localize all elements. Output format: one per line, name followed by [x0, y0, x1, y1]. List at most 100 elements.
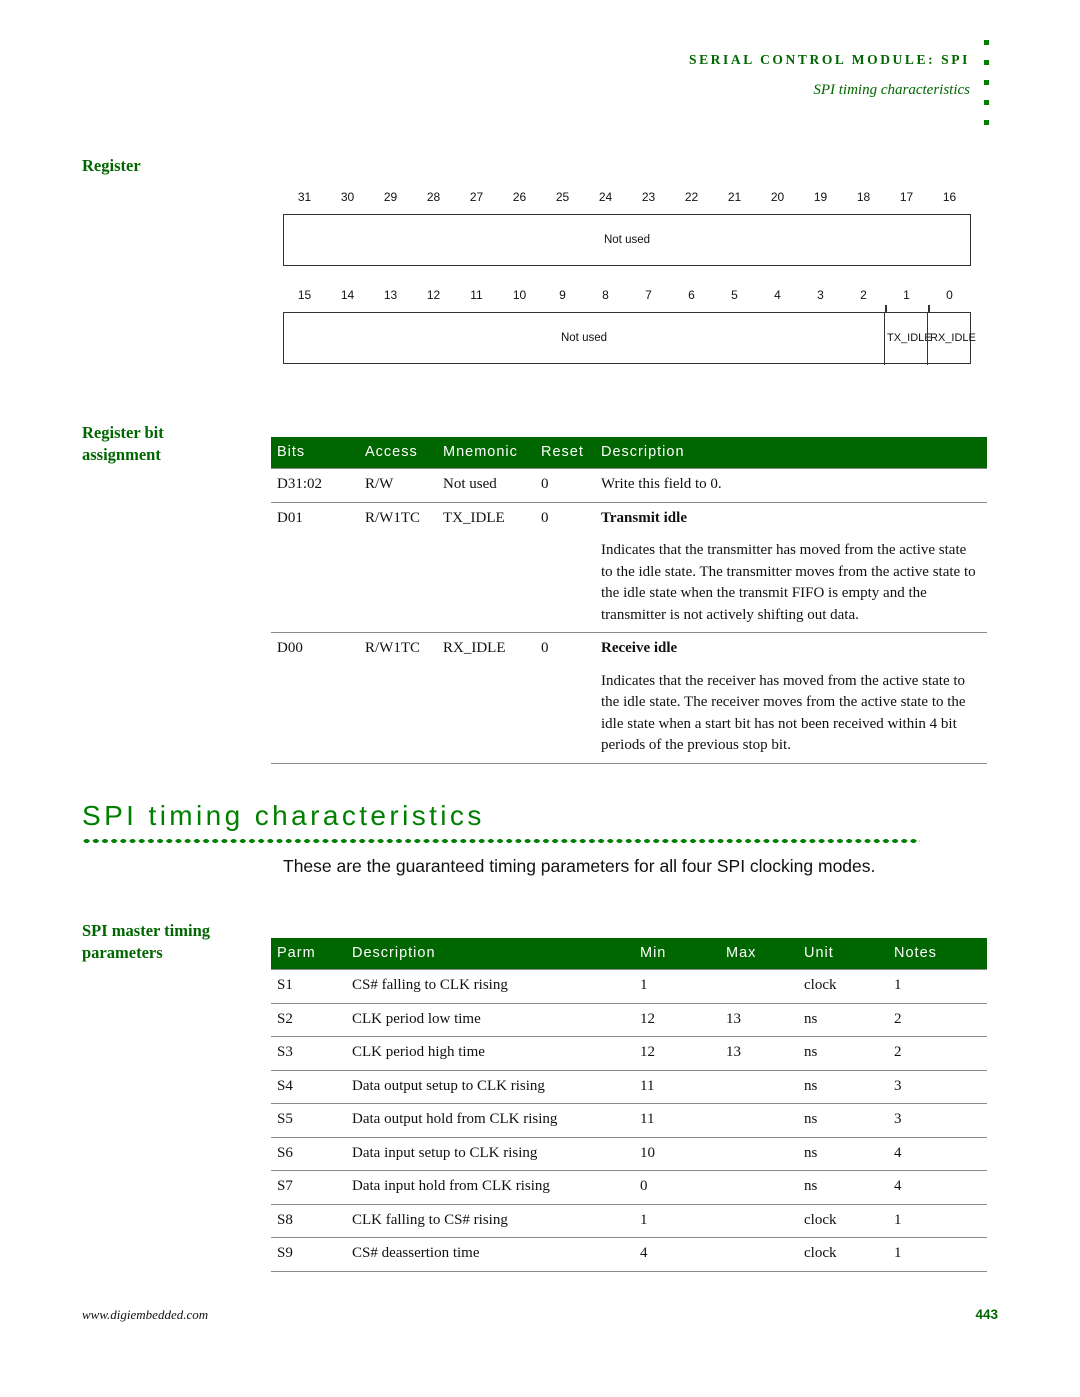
cell-parm: S3	[271, 1036, 346, 1070]
register-field-tx-idle: TX_IDLE	[884, 311, 932, 365]
cell-min: 11	[634, 1069, 720, 1104]
bit-number: 31	[297, 190, 312, 204]
cell-max	[720, 1069, 798, 1104]
column-header-access: Access	[359, 437, 437, 469]
bit-number: 20	[770, 190, 785, 204]
cell-parm: S6	[271, 1136, 346, 1171]
cell-min: 11	[634, 1103, 720, 1137]
cell-description: Data output hold from CLK rising	[346, 1103, 634, 1137]
bit-number: 16	[942, 190, 957, 204]
bit-number-row-lower: 15 14 13 12 11 10 9 8 7 6 5 4 3 2 1 0	[283, 288, 971, 312]
bit-number: 3	[817, 288, 824, 302]
cell-parm: S8	[271, 1203, 346, 1238]
master-timing-label-line2: parameters	[82, 943, 163, 962]
table-row-detail: Indicates that the receiver has moved fr…	[271, 665, 987, 764]
table-header-row: Parm Description Min Max Unit Notes	[271, 938, 987, 970]
bit-number: 29	[383, 190, 398, 204]
section-heading: SPI timing characteristics	[82, 800, 485, 831]
cell-description: Data input hold from CLK rising	[346, 1170, 634, 1204]
bit-assignment-label-line1: Register bit	[82, 423, 164, 442]
cell-access: R/W1TC	[359, 632, 437, 666]
running-header-module-title: SERIAL CONTROL MODULE: SPI	[688, 52, 970, 67]
table-row: D01 R/W1TC TX_IDLE 0 Transmit idle	[271, 501, 987, 535]
bit-number: 5	[731, 288, 738, 302]
bit-number: 7	[645, 288, 652, 302]
cell-min: 1	[634, 969, 720, 1003]
cell-max	[720, 1103, 798, 1137]
table-row: S8 CLK falling to CS# rising 1 clock 1	[271, 1203, 987, 1238]
column-header-min: Min	[634, 938, 720, 970]
cell-unit: ns	[798, 1002, 888, 1037]
cell-description: CLK period low time	[346, 1002, 634, 1037]
cell-reset: 0	[535, 468, 595, 502]
cell-bits: D00	[271, 632, 359, 666]
bit-number: 19	[813, 190, 828, 204]
cell-max	[720, 1203, 798, 1238]
column-header-notes: Notes	[888, 938, 987, 970]
table-row: S3 CLK period high time 12 13 ns 2	[271, 1036, 987, 1070]
master-timing-label-line1: SPI master timing	[82, 921, 211, 940]
cell-reset: 0	[535, 632, 595, 666]
field-label-rx-idle: RX_IDLE	[930, 332, 976, 344]
cell-notes: 1	[888, 1203, 987, 1238]
register-word-lower: Not used TX_IDLE RX_IDLE	[283, 311, 976, 365]
table-row: S7 Data input hold from CLK rising 0 ns 4	[271, 1170, 987, 1204]
cell-notes: 3	[888, 1103, 987, 1137]
cell-notes: 1	[888, 969, 987, 1003]
document-page: SERIAL CONTROL MODULE: SPI SPI timing ch…	[0, 0, 1080, 1397]
cell-access: R/W1TC	[359, 501, 437, 535]
bit-number: 22	[684, 190, 699, 204]
cell-description: Write this field to 0.	[595, 468, 987, 502]
cell-description: CLK falling to CS# rising	[346, 1203, 634, 1238]
cell-description-detail: Indicates that the transmitter has moved…	[601, 542, 976, 623]
column-header-parm: Parm	[271, 938, 346, 970]
bit-number: 11	[470, 288, 483, 302]
bit-assignment-label: Register bit assignment	[82, 422, 272, 466]
cell-notes: 1	[888, 1237, 987, 1272]
register-section-label: Register	[82, 156, 141, 175]
table-row: S9 CS# deassertion time 4 clock 1	[271, 1237, 987, 1272]
cell-min: 4	[634, 1237, 720, 1272]
cell-parm: S7	[271, 1170, 346, 1204]
cell-parm: S2	[271, 1002, 346, 1037]
cell-unit: ns	[798, 1170, 888, 1204]
cell-min: 1	[634, 1203, 720, 1238]
cell-max	[720, 1237, 798, 1272]
bit-number: 27	[469, 190, 484, 204]
spi-master-timing-table: Parm Description Min Max Unit Notes S1 CS# fal…	[271, 938, 987, 1272]
bit-assignment-label-line2: assignment	[82, 445, 161, 464]
cell-max	[720, 1136, 798, 1171]
table-row: D00 R/W1TC RX_IDLE 0 Receive idle	[271, 632, 987, 666]
column-header-reset: Reset	[535, 437, 595, 469]
column-header-description: Description	[595, 437, 987, 469]
cell-min: 12	[634, 1002, 720, 1037]
table-row: S2 CLK period low time 12 13 ns 2	[271, 1002, 987, 1037]
register-bit-assignment-table: Bits Access Mnemonic Reset Description D…	[271, 437, 987, 764]
column-header-unit: Unit	[798, 938, 888, 970]
table-row: S1 CS# falling to CLK rising 1 clock 1	[271, 969, 987, 1003]
field-label-not-used-lower: Not used	[560, 332, 608, 344]
column-header-max: Max	[720, 938, 798, 970]
table-row-detail: Indicates that the transmitter has moved…	[271, 535, 987, 633]
bit-number: 17	[899, 190, 914, 204]
bit-number: 24	[598, 190, 613, 204]
cell-min: 0	[634, 1170, 720, 1204]
bit-number: 21	[727, 190, 742, 204]
cell-access: R/W	[359, 468, 437, 502]
cell-description: Data output setup to CLK rising	[346, 1069, 634, 1104]
running-header-subtitle: SPI timing characteristics	[813, 82, 970, 98]
cell-description-title: Transmit idle	[595, 501, 987, 535]
cell-parm: S9	[271, 1237, 346, 1272]
bit-number: 4	[774, 288, 781, 302]
section-rule	[82, 838, 920, 844]
cell-unit: clock	[798, 1203, 888, 1238]
cell-description-title: Receive idle	[595, 632, 987, 666]
register-field-rx-idle: RX_IDLE	[927, 311, 976, 365]
cell-reset: 0	[535, 501, 595, 535]
bit-number: 30	[340, 190, 355, 204]
section-heading-block: SPI timing characteristics	[82, 800, 920, 844]
cell-max	[720, 1170, 798, 1204]
bit-number: 9	[559, 288, 566, 302]
bit-number: 26	[512, 190, 527, 204]
cell-unit: clock	[798, 969, 888, 1003]
